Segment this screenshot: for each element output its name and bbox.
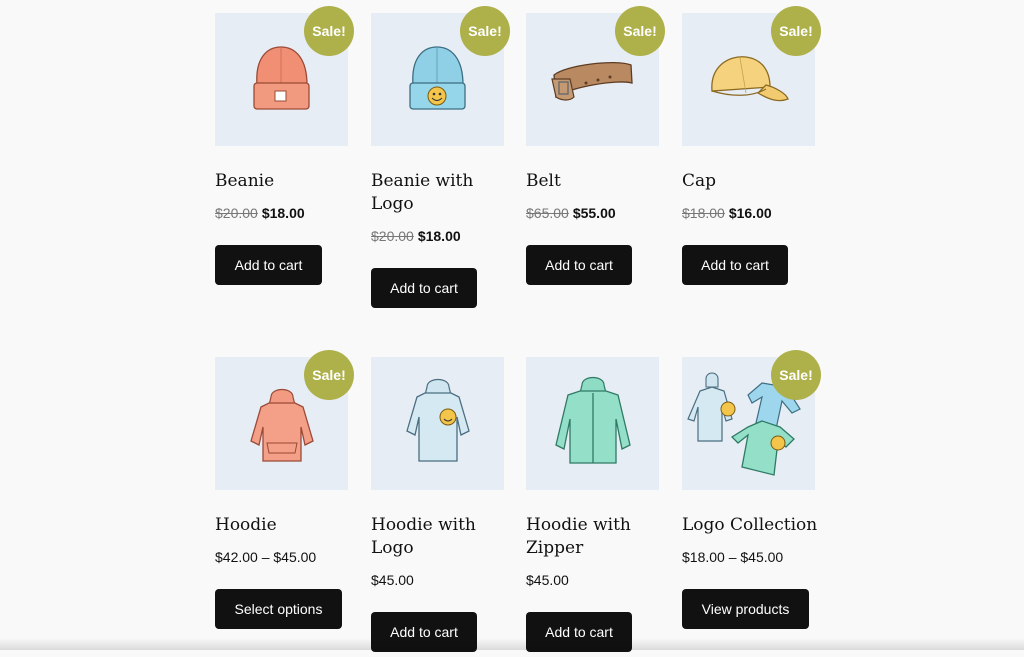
regular-price: $65.00 [526,205,569,221]
product-image[interactable]: Sale! [682,6,821,146]
view-products-button[interactable]: View products [682,589,809,629]
add-to-cart-button[interactable]: Add to cart [215,245,322,285]
product-card-hoodie: Sale! Hoodie $42.00 – $45.00 Select opti… [215,350,365,637]
regular-price: $20.00 [371,228,414,244]
sale-badge: Sale! [304,350,354,400]
price: $45.00 [526,572,569,588]
sale-price: $16.00 [728,205,772,221]
product-card-logo-collection: Sale! Logo Collection $18.00 – $45.00 Vi… [682,350,832,637]
product-price: $18.00 $16.00 [682,204,772,222]
product-title[interactable]: Belt [526,170,656,193]
bottom-edge-shadow [0,638,1024,650]
product-price: $45.00 [526,571,569,589]
add-to-cart-button[interactable]: Add to cart [682,245,788,285]
sale-badge: Sale! [771,350,821,400]
product-price: $45.00 [371,571,414,589]
green-zip-hoodie-icon [555,376,631,464]
product-price: $20.00 $18.00 [215,204,305,222]
sale-badge: Sale! [460,6,510,56]
product-price: $18.00 – $45.00 [682,548,783,566]
sale-price: $55.00 [572,205,616,221]
product-image[interactable]: Sale! [215,6,354,146]
product-title[interactable]: Logo Collection [682,514,832,537]
sale-badge: Sale! [771,6,821,56]
blue-hoodie-logo-icon [406,378,470,462]
product-card-belt: Sale! Belt $65.00 $55.00 Add to cart [526,6,676,293]
product-title[interactable]: Cap [682,170,812,193]
regular-price: $18.00 [682,205,725,221]
product-price: $65.00 $55.00 [526,204,616,222]
product-price: $20.00 $18.00 [371,227,461,245]
product-card-beanie-with-logo: Sale! Beanie with Logo $20.00 $18.00 Add … [371,6,521,313]
sale-price: $18.00 [417,228,461,244]
regular-price: $20.00 [215,205,258,221]
product-image[interactable] [371,357,504,490]
product-title[interactable]: Hoodie with Logo [371,514,501,560]
product-title[interactable]: Hoodie [215,514,345,537]
product-image[interactable] [526,357,659,490]
product-image[interactable]: Sale! [215,350,354,490]
add-to-cart-button[interactable]: Add to cart [371,268,477,308]
product-image[interactable]: Sale! [526,6,665,146]
product-image[interactable]: Sale! [682,350,821,490]
add-to-cart-button[interactable]: Add to cart [526,245,632,285]
product-image[interactable]: Sale! [371,6,510,146]
product-card-hoodie-with-zipper: Hoodie with Zipper $45.00 Add to cart [526,357,676,657]
sale-badge: Sale! [304,6,354,56]
sale-badge: Sale! [615,6,665,56]
select-options-button[interactable]: Select options [215,589,342,629]
product-title[interactable]: Beanie [215,170,345,193]
product-grid: Sale! Beanie $20.00 $18.00 Add to cart Sa… [0,0,1024,652]
product-price: $42.00 – $45.00 [215,548,316,566]
product-card-beanie: Sale! Beanie $20.00 $18.00 Add to cart [215,6,365,293]
sale-price: $18.00 [261,205,305,221]
product-title[interactable]: Hoodie with Zipper [526,514,656,560]
product-card-hoodie-with-logo: Hoodie with Logo $45.00 Add to cart [371,357,521,657]
price-range: $18.00 – $45.00 [682,549,784,565]
price-range: $42.00 – $45.00 [215,549,317,565]
price: $45.00 [371,572,414,588]
product-card-cap: Sale! Cap $18.00 $16.00 Add to cart [682,6,832,293]
product-title[interactable]: Beanie with Logo [371,170,501,216]
